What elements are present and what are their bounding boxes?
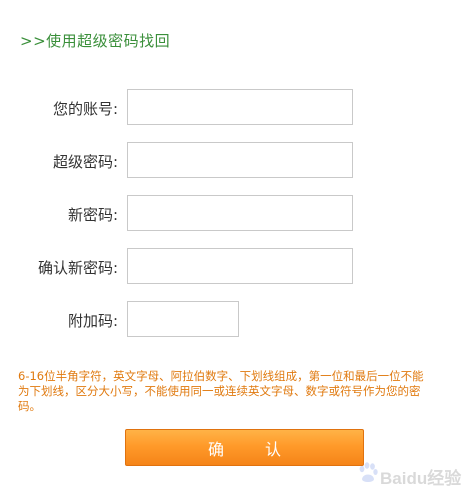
confirm-password-row: 确认新密码:: [0, 248, 468, 288]
super-password-row: 超级密码:: [0, 142, 468, 182]
account-input[interactable]: [127, 89, 353, 125]
page-title: >>使用超级密码找回: [20, 32, 171, 50]
confirm-password-label: 确认新密码:: [37, 259, 118, 277]
confirm-button[interactable]: 确 认: [125, 429, 364, 466]
new-password-label: 新密码:: [67, 206, 118, 224]
captcha-label: 附加码:: [67, 312, 118, 330]
password-rules-hint: 6-16位半角字符，英文字母、阿拉伯数字、下划线组成，第一位和最后一位不能为下划…: [18, 369, 424, 413]
paw-icon: [359, 462, 378, 482]
super-password-label: 超级密码:: [52, 153, 118, 171]
super-password-input[interactable]: [127, 142, 353, 178]
captcha-row: 附加码:: [0, 301, 468, 341]
account-label: 您的账号:: [52, 100, 118, 118]
watermark-text: Baidu经验: [380, 469, 462, 488]
confirm-password-input[interactable]: [127, 248, 353, 284]
account-row: 您的账号:: [0, 89, 468, 129]
new-password-input[interactable]: [127, 195, 353, 231]
baidu-jingyan-watermark: Baidu经验: [358, 460, 462, 488]
captcha-input[interactable]: [127, 301, 239, 337]
new-password-row: 新密码:: [0, 195, 468, 235]
